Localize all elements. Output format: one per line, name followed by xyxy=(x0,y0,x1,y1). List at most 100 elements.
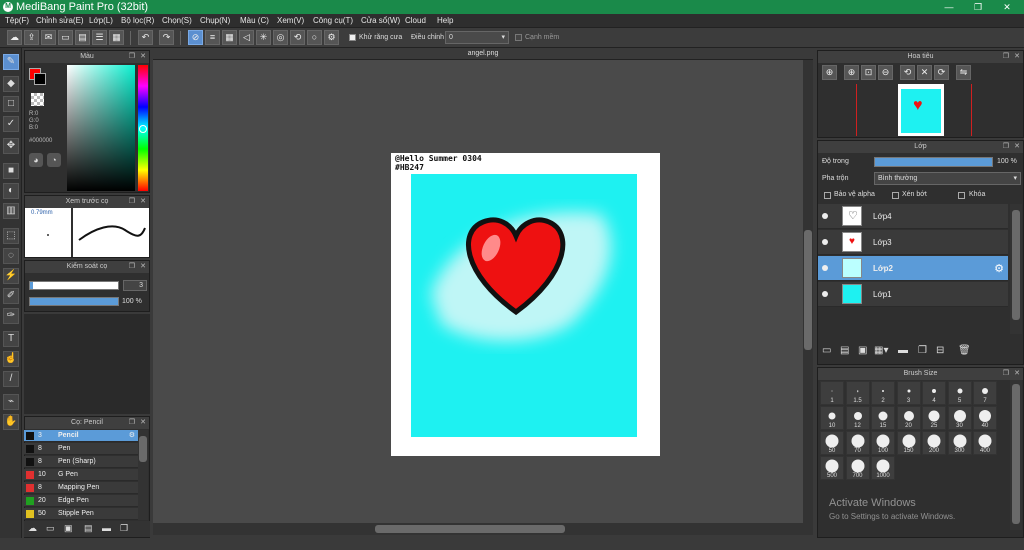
undock-icon[interactable]: ❐ xyxy=(1003,51,1009,63)
hand-tool-icon[interactable]: ✋ xyxy=(3,414,19,430)
document-icon[interactable]: ▤ xyxy=(75,30,90,45)
color-picker-icon[interactable]: ◔ xyxy=(47,153,61,167)
delete-layer-icon[interactable]: 🗑 xyxy=(958,345,971,356)
brush-tool-icon[interactable]: ✎ xyxy=(3,54,19,70)
brush-size-cell[interactable]: 12 xyxy=(845,406,870,430)
redo-icon[interactable]: ↷ xyxy=(159,30,174,45)
layer-scrollbar[interactable] xyxy=(1010,204,1022,334)
duplicate-layer-icon[interactable]: ❐ xyxy=(918,345,927,356)
settings-snap-icon[interactable]: ⚙ xyxy=(324,30,339,45)
new-brush-icon[interactable]: ▭ xyxy=(46,523,55,534)
menu-select[interactable]: Chọn(S) xyxy=(162,14,192,28)
undo-icon[interactable]: ↶ xyxy=(138,30,153,45)
menu-filter[interactable]: Bộ lọc(R) xyxy=(121,14,154,28)
brush-size-cell[interactable]: 200 xyxy=(922,431,946,455)
parallel-snap-icon[interactable]: ≡ xyxy=(205,30,220,45)
transparent-color-swatch[interactable] xyxy=(31,93,44,106)
select-pen-icon[interactable]: ✓ xyxy=(3,116,19,132)
dot-tool-icon[interactable]: □ xyxy=(3,96,19,112)
menu-layer[interactable]: Lớp(L) xyxy=(89,14,113,28)
brush-size-cell[interactable]: 1 xyxy=(820,381,844,405)
brush-size-cell[interactable]: 15 xyxy=(871,406,895,430)
add-layer-menu-icon[interactable]: ▦▾ xyxy=(874,345,888,356)
undock-icon[interactable]: ❐ xyxy=(129,51,135,63)
brush-size-cell[interactable]: 5 xyxy=(947,381,972,405)
brush-size-cell[interactable]: 50 xyxy=(820,431,844,455)
brush-size-cell[interactable]: 150 xyxy=(896,431,921,455)
brush-item[interactable]: 8 Pen xyxy=(24,443,138,455)
new-1bit-layer-icon[interactable]: ▣ xyxy=(858,345,867,356)
close-icon[interactable]: ✕ xyxy=(140,261,146,273)
menu-help[interactable]: Help xyxy=(437,14,453,28)
blend-mode-select[interactable]: Bình thường ▾ xyxy=(874,172,1021,185)
eyedropper-icon[interactable]: ⌁ xyxy=(3,394,19,410)
zoom-actual-icon[interactable]: ⊡ xyxy=(861,65,876,80)
eye-icon[interactable] xyxy=(822,213,828,219)
list-icon[interactable]: ☰ xyxy=(92,30,107,45)
brush-size-cell[interactable]: 20 xyxy=(896,406,921,430)
navigator-thumbnail[interactable]: ♥ xyxy=(898,84,944,136)
menu-view[interactable]: Xem(V) xyxy=(277,14,304,28)
lock-checkbox[interactable] xyxy=(958,192,965,199)
close-icon[interactable]: ✕ xyxy=(1014,368,1020,380)
close-button[interactable]: ✕ xyxy=(993,0,1021,14)
brush-size-scrollbar[interactable] xyxy=(1010,380,1022,530)
grid-snap-icon[interactable]: ▦ xyxy=(222,30,237,45)
operation-tool-icon[interactable]: ☝ xyxy=(3,351,19,367)
undock-icon[interactable]: ❐ xyxy=(129,417,135,429)
brush-size-cell[interactable]: 100 xyxy=(871,431,895,455)
add-brush-icon[interactable]: ▣ xyxy=(64,523,73,534)
menu-tools[interactable]: Công cụ(T) xyxy=(313,14,353,28)
brush-size-cell[interactable]: 300 xyxy=(947,431,972,455)
move-tool-icon[interactable]: ✥ xyxy=(3,138,19,154)
brush-size-cell[interactable]: 2 xyxy=(871,381,895,405)
document-tab[interactable]: angel.png xyxy=(153,48,813,60)
brush-size-cell[interactable]: 500 xyxy=(820,456,844,480)
magic-wand-icon[interactable]: ⚡ xyxy=(3,268,19,284)
brush-item[interactable]: 3 Pencil ⚙ xyxy=(24,430,138,442)
brush-item[interactable]: 8 Mapping Pen xyxy=(24,482,138,494)
new-file-icon[interactable]: ▭ xyxy=(58,30,73,45)
upload-icon[interactable]: ⇪ xyxy=(24,30,39,45)
radial-snap-icon[interactable]: ✳ xyxy=(256,30,271,45)
curve-snap-icon[interactable]: ⟲ xyxy=(290,30,305,45)
shape-tool-icon[interactable]: ■ xyxy=(3,163,19,179)
brush-size-cell[interactable]: 40 xyxy=(973,406,997,430)
cloud-icon[interactable]: ☁ xyxy=(7,30,22,45)
brush-size-cell[interactable]: 30 xyxy=(947,406,972,430)
no-snap-icon[interactable]: ⊘ xyxy=(188,30,203,45)
eye-icon[interactable] xyxy=(822,291,828,297)
brush-list-scrollbar[interactable] xyxy=(138,430,148,520)
brush-size-cell[interactable]: 1.5 xyxy=(845,381,870,405)
close-icon[interactable]: ✕ xyxy=(1014,51,1020,63)
brush-size-cell[interactable]: 10 xyxy=(820,406,844,430)
concentric-snap-icon[interactable]: ◎ xyxy=(273,30,288,45)
brush-size-cell[interactable]: 70 xyxy=(845,431,870,455)
scrollbar-thumb[interactable] xyxy=(375,525,565,533)
merge-layer-icon[interactable]: ⊟ xyxy=(936,345,944,356)
select-brush-icon[interactable]: ✐ xyxy=(3,288,19,304)
gear-icon[interactable]: ⚙ xyxy=(129,430,135,442)
close-icon[interactable]: ✕ xyxy=(1014,141,1020,153)
layer-row[interactable]: ♡ Lớp4 xyxy=(818,204,1008,229)
reset-view-icon[interactable]: ✕ xyxy=(917,65,932,80)
brush-size-cell[interactable]: 4 xyxy=(922,381,946,405)
brush-item[interactable]: 50 Stipple Pen xyxy=(24,508,138,520)
brush-size-cell[interactable]: 7 xyxy=(973,381,997,405)
background-color-swatch[interactable] xyxy=(34,73,46,85)
rotate-right-icon[interactable]: ⟳ xyxy=(934,65,949,80)
minimize-button[interactable]: — xyxy=(935,0,963,14)
scrollbar-thumb[interactable] xyxy=(1012,210,1020,320)
brush-size-cell[interactable]: 3 xyxy=(896,381,921,405)
adjust-select[interactable]: 0 ▾ xyxy=(445,31,509,44)
divide-tool-icon[interactable]: / xyxy=(3,371,19,387)
brush-size-input[interactable]: 3 xyxy=(123,280,147,291)
eraser-tool-icon[interactable]: ◆ xyxy=(3,76,19,92)
grid-icon[interactable]: ▦ xyxy=(109,30,124,45)
zoom-out-icon[interactable]: ⊖ xyxy=(878,65,893,80)
antialias-checkbox[interactable] xyxy=(349,34,356,41)
menu-color[interactable]: Màu (C) xyxy=(240,14,269,28)
brush-size-cell[interactable]: 25 xyxy=(922,406,946,430)
lasso-icon[interactable]: ◌ xyxy=(3,248,19,264)
scrollbar-thumb[interactable] xyxy=(804,230,812,350)
